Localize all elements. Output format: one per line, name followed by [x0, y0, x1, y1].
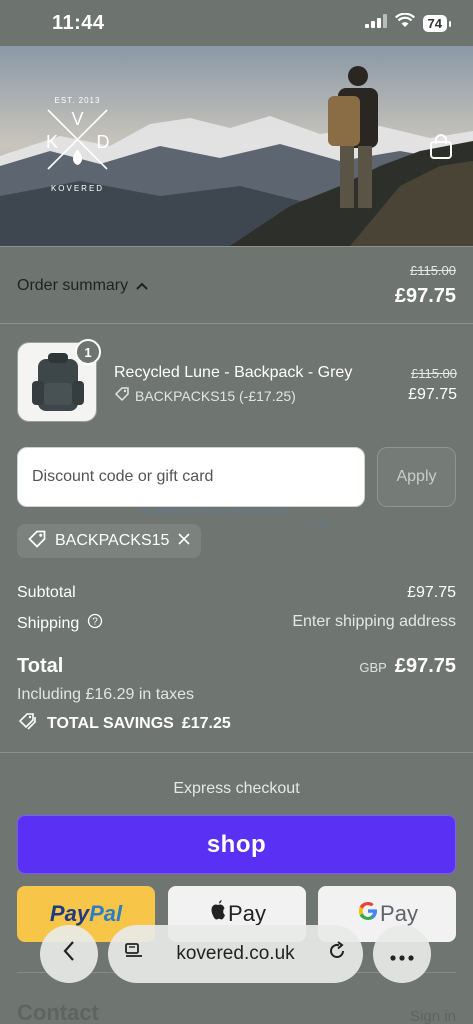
order-summary-toggle[interactable]: Order summary £115.00 £97.75: [0, 246, 473, 324]
shipping-label-group: Shipping ?: [17, 613, 103, 634]
svg-text:D: D: [97, 132, 110, 152]
subtotal-value: £97.75: [407, 584, 456, 601]
product-old-price: £115.00: [410, 366, 457, 381]
tag-icon: [27, 529, 47, 554]
status-bar: 11:44 74: [0, 0, 473, 46]
order-summary-new-price: £97.75: [394, 285, 456, 307]
google-pay-text: Pay: [380, 901, 418, 926]
total-savings: TOTAL SAVINGS £17.25: [17, 711, 231, 736]
watermark-sub: .co.uk: [298, 518, 328, 530]
total-value: £97.75: [394, 655, 456, 677]
reload-icon[interactable]: [327, 941, 347, 967]
order-summary-old-price: £115.00: [409, 263, 456, 278]
savings-value: £17.25: [181, 714, 231, 732]
status-icons: 74: [364, 12, 452, 33]
product-new-price: £97.75: [408, 386, 457, 403]
contact-heading: Contact: [17, 1000, 99, 1024]
hero-banner: EST. 2013 V K D KOVERED: [0, 46, 473, 246]
chevron-left-icon: [62, 940, 76, 968]
kovered-logo[interactable]: EST. 2013 V K D KOVERED: [40, 96, 115, 196]
apple-pay-text: Pay: [228, 901, 266, 926]
subtotal-row: Subtotal £97.75: [17, 584, 456, 602]
applied-discount-chip: BACKPACKS15: [17, 524, 202, 558]
total-label: Total: [17, 655, 64, 677]
sign-in-link[interactable]: Sign in: [410, 1008, 456, 1024]
section-divider: [0, 752, 473, 753]
more-dots-icon: [390, 941, 414, 967]
chevron-up-icon: [136, 277, 148, 295]
taxes-note: Including £16.29 in taxes: [17, 686, 195, 703]
address-bar[interactable]: kovered.co.uk: [108, 925, 363, 983]
google-g-icon: [356, 899, 380, 929]
tags-icon: [17, 711, 39, 736]
discount-code-input[interactable]: Discount code or gift card: [17, 447, 365, 507]
wifi-icon: [394, 12, 415, 33]
order-summary-label: Order summary: [17, 277, 148, 295]
tag-icon: [114, 386, 130, 405]
remove-code-icon[interactable]: [177, 532, 191, 551]
shop-pay-button[interactable]: shop: [17, 815, 456, 874]
logo-mark: V K D: [46, 109, 110, 170]
svg-text:V: V: [71, 109, 83, 129]
quantity-badge: 1: [75, 339, 101, 365]
apply-button[interactable]: Apply: [377, 447, 456, 507]
back-button[interactable]: [40, 925, 98, 983]
svg-text:K: K: [46, 132, 58, 152]
logo-est: EST. 2013: [54, 96, 101, 105]
paypal-pay-text: Pay: [49, 901, 90, 926]
savings-label: TOTAL SAVINGS: [47, 714, 174, 732]
order-summary-text: Order summary: [17, 277, 129, 294]
subtotal-label: Subtotal: [17, 584, 76, 601]
signal-icon: [364, 13, 387, 33]
more-button[interactable]: [373, 925, 431, 983]
shipping-row: Shipping ? Enter shipping address: [17, 613, 456, 634]
applied-code-text: BACKPACKS15: [55, 532, 170, 549]
url-text: kovered.co.uk: [176, 943, 295, 964]
cart-icon[interactable]: [429, 134, 453, 165]
product-title: Recycled Lune - Backpack - Grey: [114, 364, 353, 381]
svg-text:?: ?: [93, 617, 99, 628]
product-discount: BACKPACKS15 (-£17.25): [114, 386, 296, 405]
total-row: Total GBP £97.75: [17, 655, 456, 678]
help-icon[interactable]: ?: [87, 613, 103, 634]
reader-icon[interactable]: [124, 942, 144, 966]
product-discount-text: BACKPACKS15 (-£17.25): [135, 387, 296, 404]
shipping-label: Shipping: [17, 614, 80, 632]
express-checkout-label: Express checkout: [173, 780, 300, 797]
shipping-value: Enter shipping address: [292, 613, 456, 630]
paypal-pal-text: Pal: [89, 901, 123, 926]
product-line-item: 1 Recycled Lune - Backpack - Grey BACKPA…: [17, 339, 457, 424]
status-time: 11:44: [52, 11, 105, 34]
logo-brand: KOVERED: [50, 184, 105, 193]
total-amount: GBP £97.75: [359, 655, 456, 678]
total-currency: GBP: [359, 660, 387, 675]
battery-icon: 74: [422, 14, 452, 32]
